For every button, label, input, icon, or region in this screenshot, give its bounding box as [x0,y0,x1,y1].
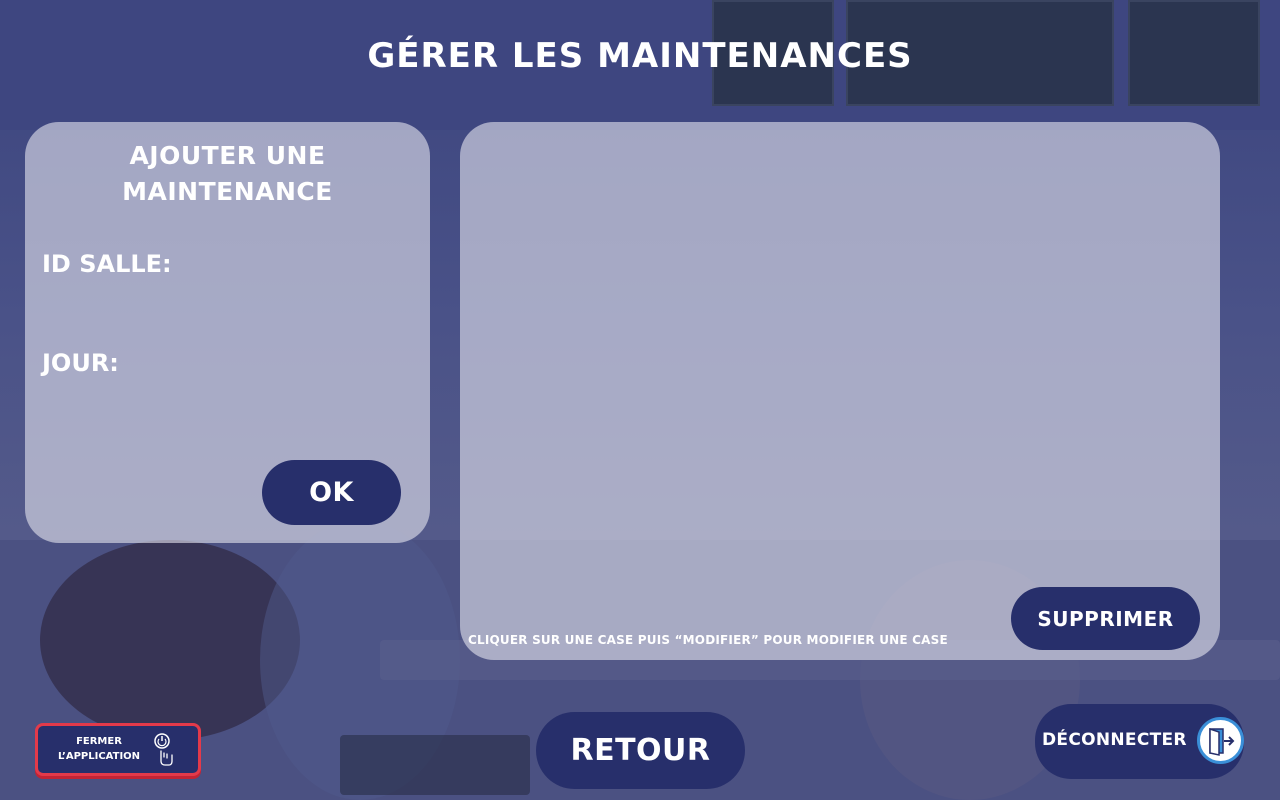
close-application-button[interactable]: FERMER L’APPLICATION [35,723,201,776]
power-hand-icon [152,731,176,767]
delete-button[interactable]: SUPPRIMER [1011,587,1200,650]
back-button[interactable]: RETOUR [536,712,745,789]
close-application-label-line2: L’APPLICATION [57,751,141,762]
maintenance-list-panel[interactable]: CLIQUER SUR UNE CASE PUIS “MODIFIER” POU… [460,122,1220,660]
exit-door-icon [1197,717,1244,764]
logout-button[interactable]: DÉCONNECTER [1035,704,1244,779]
add-maintenance-panel: AJOUTER UNE MAINTENANCE ID SALLE: JOUR: … [25,122,430,543]
jour-label: JOUR: [42,349,119,377]
close-application-label: FERMER L’APPLICATION [44,734,154,764]
logout-label: DÉCONNECTER [1042,730,1187,750]
close-application-label-line1: FERMER [76,736,122,747]
page-title: GÉRER LES MAINTENANCES [367,36,913,76]
id-salle-input[interactable] [190,248,400,282]
id-salle-label: ID SALLE: [42,250,172,278]
add-maintenance-title: AJOUTER UNE MAINTENANCE [25,138,430,210]
add-maintenance-title-line1: AJOUTER UNE [129,141,326,170]
ok-button[interactable]: OK [262,460,401,525]
add-maintenance-title-line2: MAINTENANCE [122,177,333,206]
jour-input[interactable] [140,347,400,381]
edit-hint-text: CLIQUER SUR UNE CASE PUIS “MODIFIER” POU… [468,633,948,647]
